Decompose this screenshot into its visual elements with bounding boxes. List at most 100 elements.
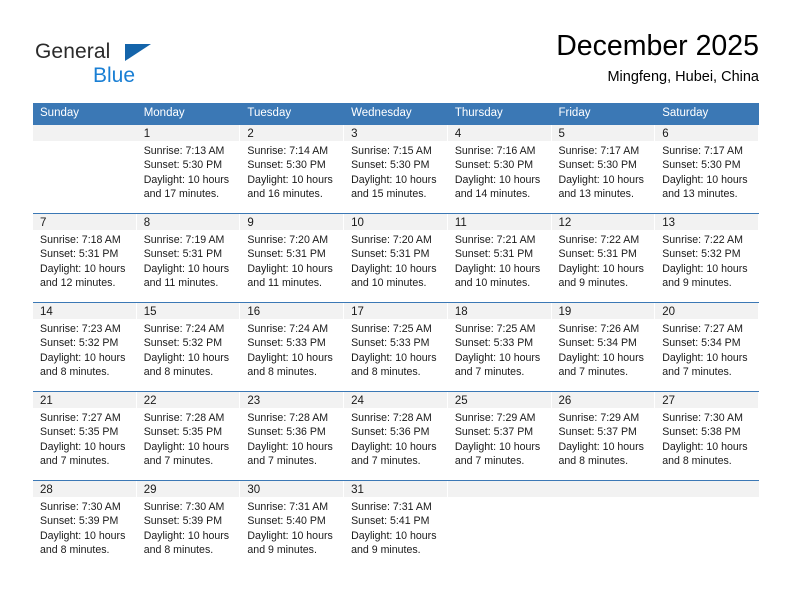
calendar-day-cell[interactable]: 24 Sunrise: 7:28 AM Sunset: 5:36 PM Dayligh… xyxy=(344,390,448,480)
day-number: 1 xyxy=(136,124,240,141)
day-cell-details: Sunrise: 7:30 AM Sunset: 5:38 PM Daylight:… xyxy=(655,408,758,469)
day-cell-details: Sunrise: 7:31 AM Sunset: 5:40 PM Daylight:… xyxy=(240,497,343,558)
calendar-day-cell[interactable]: 15 Sunrise: 7:24 AM Sunset: 5:32 PM Dayligh… xyxy=(136,301,241,391)
calendar-day-cell[interactable]: 4 Sunrise: 7:16 AM Sunset: 5:30 PM Daylight… xyxy=(447,123,552,213)
page-header: General Blue December 2025 Mingfeng, Hub… xyxy=(33,28,759,100)
daylight-duration-line2: and 7 minutes. xyxy=(351,455,421,468)
sunrise-time: Sunrise: 7:16 AM xyxy=(454,144,536,157)
daylight-duration-line1: Daylight: 10 hours xyxy=(247,529,333,542)
day-cell-inner: 20 Sunrise: 7:27 AM Sunset: 5:34 PM Dayligh… xyxy=(655,302,759,391)
day-cell-inner: 3 Sunrise: 7:15 AM Sunset: 5:30 PM Daylight… xyxy=(344,124,448,213)
calendar-day-cell[interactable]: 17 Sunrise: 7:25 AM Sunset: 5:33 PM Dayligh… xyxy=(344,301,448,391)
sunrise-time: Sunrise: 7:24 AM xyxy=(143,322,225,335)
sunset-time: Sunset: 5:39 PM xyxy=(40,515,119,528)
sunset-time: Sunset: 5:31 PM xyxy=(351,248,430,261)
day-cell-details: Sunrise: 7:25 AM Sunset: 5:33 PM Daylight:… xyxy=(448,319,551,380)
daylight-duration-line2: and 10 minutes. xyxy=(351,277,427,290)
sunrise-time: Sunrise: 7:13 AM xyxy=(143,144,225,157)
day-number: 24 xyxy=(344,391,447,408)
day-cell-details: Sunrise: 7:30 AM Sunset: 5:39 PM Daylight:… xyxy=(137,497,240,558)
daylight-duration-line1: Daylight: 10 hours xyxy=(454,173,541,186)
calendar-day-cell[interactable]: 21 Sunrise: 7:27 AM Sunset: 5:35 PM Dayligh… xyxy=(33,390,137,480)
sunset-time: Sunset: 5:35 PM xyxy=(40,426,119,439)
day-number: 11 xyxy=(447,213,551,230)
calendar-day-cell[interactable]: 31 Sunrise: 7:31 AM Sunset: 5:41 PM Dayligh… xyxy=(344,479,448,566)
sunset-time: Sunset: 5:36 PM xyxy=(351,426,430,439)
day-cell-inner: 14 Sunrise: 7:23 AM Sunset: 5:32 PM Dayligh… xyxy=(33,302,137,391)
sunrise-time: Sunrise: 7:20 AM xyxy=(351,233,432,246)
calendar-day-cell[interactable]: 29 Sunrise: 7:30 AM Sunset: 5:39 PM Dayligh… xyxy=(136,479,241,566)
calendar-day-cell[interactable]: 5 Sunrise: 7:17 AM Sunset: 5:30 PM Daylight… xyxy=(551,123,656,213)
day-cell-details: Sunrise: 7:13 AM Sunset: 5:30 PM Daylight:… xyxy=(137,141,240,202)
calendar-day-cell[interactable]: 25 Sunrise: 7:29 AM Sunset: 5:37 PM Dayligh… xyxy=(447,390,552,480)
calendar-day-cell[interactable]: 7 Sunrise: 7:18 AM Sunset: 5:31 PM Daylight… xyxy=(33,212,137,302)
day-cell-details: Sunrise: 7:27 AM Sunset: 5:34 PM Daylight:… xyxy=(655,319,758,380)
calendar-day-cell[interactable]: 23 Sunrise: 7:28 AM Sunset: 5:36 PM Dayligh… xyxy=(240,390,345,480)
calendar-day-cell[interactable]: 2 Sunrise: 7:14 AM Sunset: 5:30 PM Daylight… xyxy=(240,123,345,213)
daylight-duration-line1: Daylight: 10 hours xyxy=(558,262,644,275)
day-cell-details: Sunrise: 7:24 AM Sunset: 5:32 PM Daylight:… xyxy=(137,319,240,380)
daylight-duration-line1: Daylight: 10 hours xyxy=(351,351,437,364)
title-block: December 2025 Mingfeng, Hubei, China xyxy=(556,28,759,88)
sunset-time: Sunset: 5:32 PM xyxy=(40,337,119,350)
sunset-time: Sunset: 5:40 PM xyxy=(247,515,326,528)
calendar-day-cell[interactable]: 3 Sunrise: 7:15 AM Sunset: 5:30 PM Daylight… xyxy=(344,123,448,213)
calendar-day-cell[interactable]: 8 Sunrise: 7:19 AM Sunset: 5:31 PM Daylight… xyxy=(136,212,241,302)
calendar-day-cell[interactable]: 14 Sunrise: 7:23 AM Sunset: 5:32 PM Dayligh… xyxy=(33,301,137,391)
day-cell-details: Sunrise: 7:24 AM Sunset: 5:33 PM Daylight:… xyxy=(240,319,343,380)
calendar-day-cell[interactable]: 28 Sunrise: 7:30 AM Sunset: 5:39 PM Dayligh… xyxy=(33,479,137,566)
sunset-time: Sunset: 5:31 PM xyxy=(454,248,534,261)
sunrise-time: Sunrise: 7:14 AM xyxy=(247,144,329,157)
day-number: 19 xyxy=(551,302,655,319)
sunrise-time: Sunrise: 7:21 AM xyxy=(454,233,536,246)
day-number: 21 xyxy=(33,391,136,408)
calendar-day-cell[interactable]: 30 Sunrise: 7:31 AM Sunset: 5:40 PM Dayligh… xyxy=(240,479,345,566)
calendar-day-cell[interactable]: 22 Sunrise: 7:28 AM Sunset: 5:35 PM Dayligh… xyxy=(136,390,241,480)
sunset-time: Sunset: 5:33 PM xyxy=(454,337,534,350)
calendar-day-cell[interactable]: 26 Sunrise: 7:29 AM Sunset: 5:37 PM Dayligh… xyxy=(551,390,656,480)
day-cell-inner xyxy=(447,480,552,567)
dayname-thursday: Thursday xyxy=(447,103,552,124)
calendar-empty-cell xyxy=(447,479,552,567)
calendar-day-cell[interactable]: 12 Sunrise: 7:22 AM Sunset: 5:31 PM Dayligh… xyxy=(551,212,656,302)
daylight-duration-line1: Daylight: 10 hours xyxy=(247,173,333,186)
calendar-day-cell[interactable]: 10 Sunrise: 7:20 AM Sunset: 5:31 PM Dayligh… xyxy=(344,212,448,302)
sunrise-time: Sunrise: 7:25 AM xyxy=(454,322,536,335)
day-cell-details: Sunrise: 7:15 AM Sunset: 5:30 PM Daylight:… xyxy=(344,141,447,202)
calendar-day-cell[interactable]: 27 Sunrise: 7:30 AM Sunset: 5:38 PM Dayligh… xyxy=(655,390,759,480)
day-cell-inner: 11 Sunrise: 7:21 AM Sunset: 5:31 PM Dayligh… xyxy=(447,213,552,302)
calendar-week-row: 7 Sunrise: 7:18 AM Sunset: 5:31 PM Daylight… xyxy=(33,212,759,302)
day-cell-inner: 17 Sunrise: 7:25 AM Sunset: 5:33 PM Dayligh… xyxy=(344,302,448,391)
daylight-duration-line1: Daylight: 10 hours xyxy=(662,440,748,453)
calendar-day-cell[interactable]: 19 Sunrise: 7:26 AM Sunset: 5:34 PM Dayligh… xyxy=(551,301,656,391)
day-number: 15 xyxy=(136,302,240,319)
calendar-day-cell[interactable]: 9 Sunrise: 7:20 AM Sunset: 5:31 PM Daylight… xyxy=(240,212,345,302)
daylight-duration-line1: Daylight: 10 hours xyxy=(143,173,230,186)
daylight-duration-line2: and 8 minutes. xyxy=(143,544,214,557)
day-cell-details: Sunrise: 7:17 AM Sunset: 5:30 PM Daylight:… xyxy=(655,141,758,202)
day-cell-inner xyxy=(33,124,137,213)
day-cell-details: Sunrise: 7:20 AM Sunset: 5:31 PM Daylight:… xyxy=(240,230,343,291)
calendar-day-cell[interactable]: 13 Sunrise: 7:22 AM Sunset: 5:32 PM Dayligh… xyxy=(655,212,759,302)
day-number: 3 xyxy=(344,124,447,141)
day-cell-inner: 19 Sunrise: 7:26 AM Sunset: 5:34 PM Dayligh… xyxy=(551,302,656,391)
calendar-day-cell[interactable]: 6 Sunrise: 7:17 AM Sunset: 5:30 PM Daylight… xyxy=(655,123,759,213)
sunrise-time: Sunrise: 7:25 AM xyxy=(351,322,432,335)
sunset-time: Sunset: 5:39 PM xyxy=(143,515,223,528)
daylight-duration-line2: and 8 minutes. xyxy=(247,366,317,379)
daylight-duration-line1: Daylight: 10 hours xyxy=(40,529,126,542)
daylight-duration-line2: and 8 minutes. xyxy=(351,366,421,379)
daylight-duration-line2: and 8 minutes. xyxy=(143,366,214,379)
daylight-duration-line1: Daylight: 10 hours xyxy=(40,262,126,275)
daylight-duration-line1: Daylight: 10 hours xyxy=(247,262,333,275)
calendar-day-cell[interactable]: 20 Sunrise: 7:27 AM Sunset: 5:34 PM Dayligh… xyxy=(655,301,759,391)
day-cell-inner: 13 Sunrise: 7:22 AM Sunset: 5:32 PM Dayligh… xyxy=(655,213,759,302)
day-cell-details: Sunrise: 7:23 AM Sunset: 5:32 PM Daylight:… xyxy=(33,319,136,380)
sunrise-time: Sunrise: 7:29 AM xyxy=(558,411,640,424)
day-number: 26 xyxy=(551,391,655,408)
calendar-day-cell[interactable]: 1 Sunrise: 7:13 AM Sunset: 5:30 PM Daylight… xyxy=(136,123,241,213)
calendar-day-cell[interactable]: 11 Sunrise: 7:21 AM Sunset: 5:31 PM Dayligh… xyxy=(447,212,552,302)
calendar-day-cell[interactable]: 16 Sunrise: 7:24 AM Sunset: 5:33 PM Dayligh… xyxy=(240,301,345,391)
calendar-day-cell[interactable]: 18 Sunrise: 7:25 AM Sunset: 5:33 PM Dayligh… xyxy=(447,301,552,391)
day-cell-inner: 26 Sunrise: 7:29 AM Sunset: 5:37 PM Dayligh… xyxy=(551,391,656,480)
